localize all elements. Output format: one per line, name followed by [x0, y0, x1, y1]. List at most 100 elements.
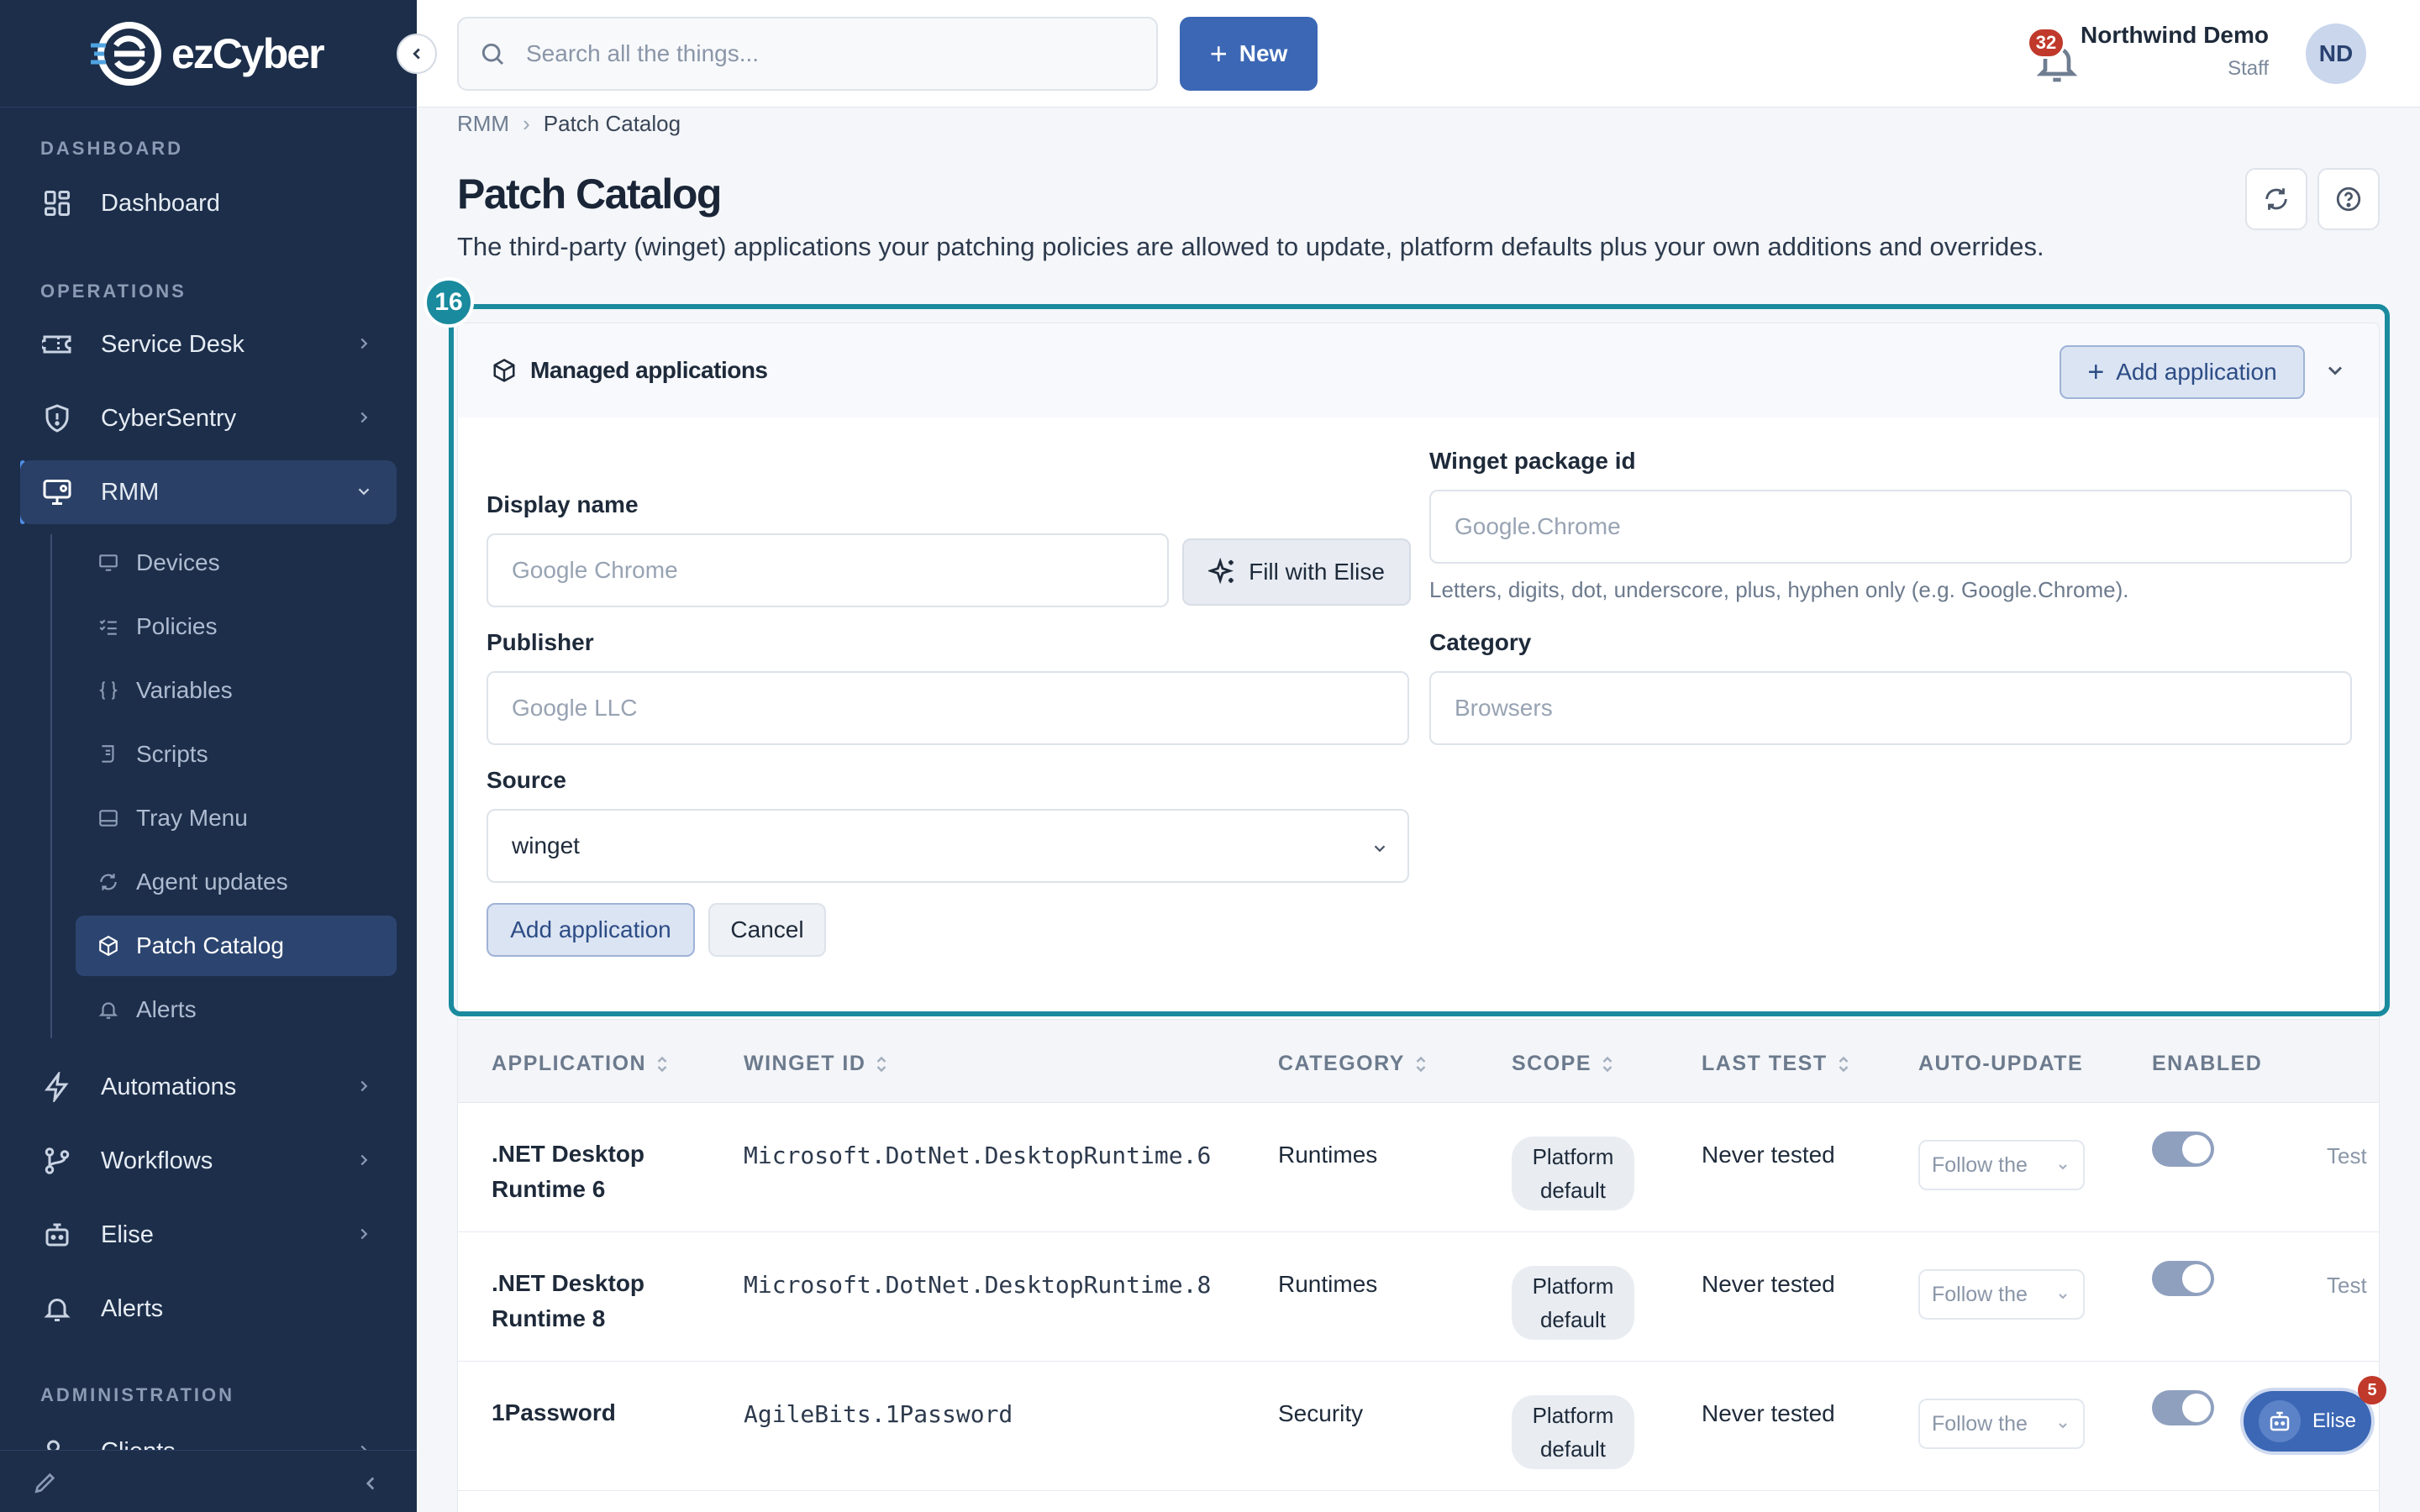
application-name-line: .NET Desktop	[492, 1270, 645, 1296]
page-title: Patch Catalog	[457, 171, 722, 218]
help-button[interactable]	[2317, 168, 2380, 230]
breadcrumb-current: Patch Catalog	[543, 111, 681, 136]
sidebar-subitem-agent-updates[interactable]: Agent updates	[76, 852, 397, 912]
chevron-right-icon	[360, 1080, 368, 1092]
sidebar: ezCyber DASHBOARD Dashboard OPERATIONS S…	[0, 0, 417, 1512]
source-select[interactable]: winget	[487, 809, 1409, 883]
sidebar-subitem-devices[interactable]: Devices	[76, 533, 397, 593]
auto-update-value: Follow the	[1932, 1282, 2028, 1306]
publisher-label: Publisher	[487, 629, 594, 655]
sidebar-subitem-variables[interactable]: Variables	[76, 660, 397, 721]
display-name-field[interactable]: Google Chrome	[487, 533, 1169, 607]
card-title: Managed applications	[530, 357, 768, 383]
chevron-down-icon	[1374, 845, 1386, 853]
refresh-button[interactable]	[2245, 168, 2307, 230]
org-name[interactable]: Northwind Demo	[2081, 22, 2269, 49]
column-header-category[interactable]: CATEGORY	[1278, 1052, 1428, 1076]
column-header-winget-id[interactable]: WINGET ID	[744, 1052, 889, 1076]
column-header-scope[interactable]: SCOPE	[1512, 1052, 1615, 1076]
new-button[interactable]: + New	[1180, 17, 1318, 91]
shield-icon	[40, 402, 74, 435]
enabled-toggle[interactable]	[2152, 1131, 2214, 1167]
sidebar-subitem-policies[interactable]: Policies	[76, 596, 397, 657]
column-label: CATEGORY	[1278, 1052, 1405, 1075]
sidebar-item-cybersentry[interactable]: CyberSentry	[20, 386, 397, 450]
add-application-label: Add application	[2116, 359, 2277, 385]
elise-badge: 5	[2358, 1376, 2386, 1404]
sidebar-subitem-scripts[interactable]: Scripts	[76, 724, 397, 785]
chevron-right-icon	[360, 1228, 368, 1240]
elise-assistant-button[interactable]: Elise	[2240, 1388, 2375, 1455]
category-field[interactable]: Browsers	[1429, 671, 2352, 745]
category-label: Category	[1429, 629, 1532, 655]
avatar[interactable]: ND	[2306, 24, 2366, 84]
refresh-icon	[2265, 188, 2287, 210]
sidebar-subitem-tray-menu[interactable]: Tray Menu	[76, 788, 397, 848]
git-branch-icon	[40, 1144, 74, 1178]
checklist-icon	[96, 614, 121, 639]
search-input[interactable]: Search all the things...	[457, 17, 1158, 91]
sidebar-item-service-desk[interactable]: Service Desk	[20, 312, 397, 376]
scope-badge: Platform default	[1512, 1395, 1634, 1469]
ezcyber-logo[interactable]: ezCyber	[91, 20, 325, 87]
plus-icon: +	[2087, 355, 2105, 388]
sort-icon	[1839, 1056, 1848, 1072]
fill-with-elise-button[interactable]: Fill with Elise	[1182, 538, 1411, 606]
sidebar-subitem-patch-catalog[interactable]: Patch Catalog	[76, 916, 397, 976]
bot-icon	[40, 1218, 74, 1252]
winget-id-field[interactable]: Google.Chrome	[1429, 490, 2352, 564]
add-application-header-button[interactable]: + Add application	[2060, 345, 2305, 399]
table-header: APPLICATION WINGET ID CATEGORY SCOPE LAS…	[458, 1019, 2379, 1103]
auto-update-select[interactable]: Follow the	[1918, 1399, 2085, 1449]
table-row[interactable]: .NET Desktop Runtime 8 Microsoft.DotNet.…	[458, 1232, 2379, 1362]
column-header-application[interactable]: APPLICATION	[492, 1052, 670, 1076]
publisher-field[interactable]: Google LLC	[487, 671, 1409, 745]
sidebar-item-workflows[interactable]: Workflows	[20, 1129, 397, 1193]
page-description: The third-party (winget) applications yo…	[457, 232, 2044, 261]
add-application-submit-button[interactable]: Add application	[487, 903, 695, 957]
scope-badge: Platform default	[1512, 1266, 1634, 1340]
sidebar-item-dashboard[interactable]: Dashboard	[20, 171, 397, 235]
sidebar-subitem-label: Devices	[136, 549, 220, 575]
sort-icon	[657, 1056, 667, 1072]
last-test: Never tested	[1702, 1400, 1835, 1426]
chevron-down-icon	[2059, 1423, 2067, 1429]
elise-fab-label: Elise	[2312, 1410, 2357, 1432]
cancel-button[interactable]: Cancel	[708, 903, 826, 957]
column-header-last-test[interactable]: LAST TEST	[1702, 1052, 1851, 1076]
test-button[interactable]: Test	[2327, 1273, 2367, 1299]
chevron-down-icon[interactable]	[2323, 359, 2347, 382]
sidebar-subitem-label: Scripts	[136, 741, 208, 767]
notification-count-badge: 32	[2027, 27, 2065, 59]
last-test: Never tested	[1702, 1271, 1835, 1297]
winget-id: Microsoft.DotNet.DesktopRuntime.8	[744, 1271, 1212, 1299]
enabled-toggle[interactable]	[2152, 1390, 2214, 1425]
winget-id-hint: Letters, digits, dot, underscore, plus, …	[1429, 577, 2129, 602]
sidebar-item-rmm[interactable]: RMM	[20, 460, 397, 524]
table-row[interactable]: .NET Desktop Runtime 6 Microsoft.DotNet.…	[458, 1103, 2379, 1232]
sidebar-item-elise[interactable]: Elise	[20, 1203, 397, 1267]
application-name-line: Runtime 6	[492, 1176, 606, 1202]
new-button-label: New	[1239, 40, 1288, 66]
sidebar-item-alerts[interactable]: Alerts	[20, 1277, 397, 1341]
breadcrumb-rmm[interactable]: RMM	[457, 111, 509, 137]
sidebar-item-label: Service Desk	[101, 330, 245, 358]
sidebar-subitem-alerts[interactable]: Alerts	[76, 979, 397, 1040]
sidebar-subitem-label: Patch Catalog	[136, 932, 284, 958]
auto-update-select[interactable]: Follow the	[1918, 1269, 2085, 1320]
sidebar-collapse-button[interactable]	[397, 34, 437, 74]
card-header: Managed applications + Add application	[458, 323, 2379, 417]
sidebar-item-automations[interactable]: Automations	[20, 1055, 397, 1119]
sort-icon	[1416, 1056, 1426, 1072]
managed-applications-card: Managed applications + Add application D…	[457, 323, 2380, 1512]
test-button[interactable]: Test	[2327, 1143, 2367, 1169]
table-row[interactable]: 1Password AgileBits.1Password Security P…	[458, 1362, 2379, 1491]
pencil-icon[interactable]	[32, 1469, 59, 1496]
bell-icon	[40, 1292, 74, 1326]
enabled-toggle[interactable]	[2152, 1261, 2214, 1296]
tray-icon	[96, 806, 121, 831]
ticket-icon	[40, 328, 74, 361]
sidebar-subitem-label: Tray Menu	[136, 805, 248, 831]
auto-update-select[interactable]: Follow the	[1918, 1140, 2085, 1190]
collapse-sidebar-icon[interactable]	[360, 1473, 381, 1494]
